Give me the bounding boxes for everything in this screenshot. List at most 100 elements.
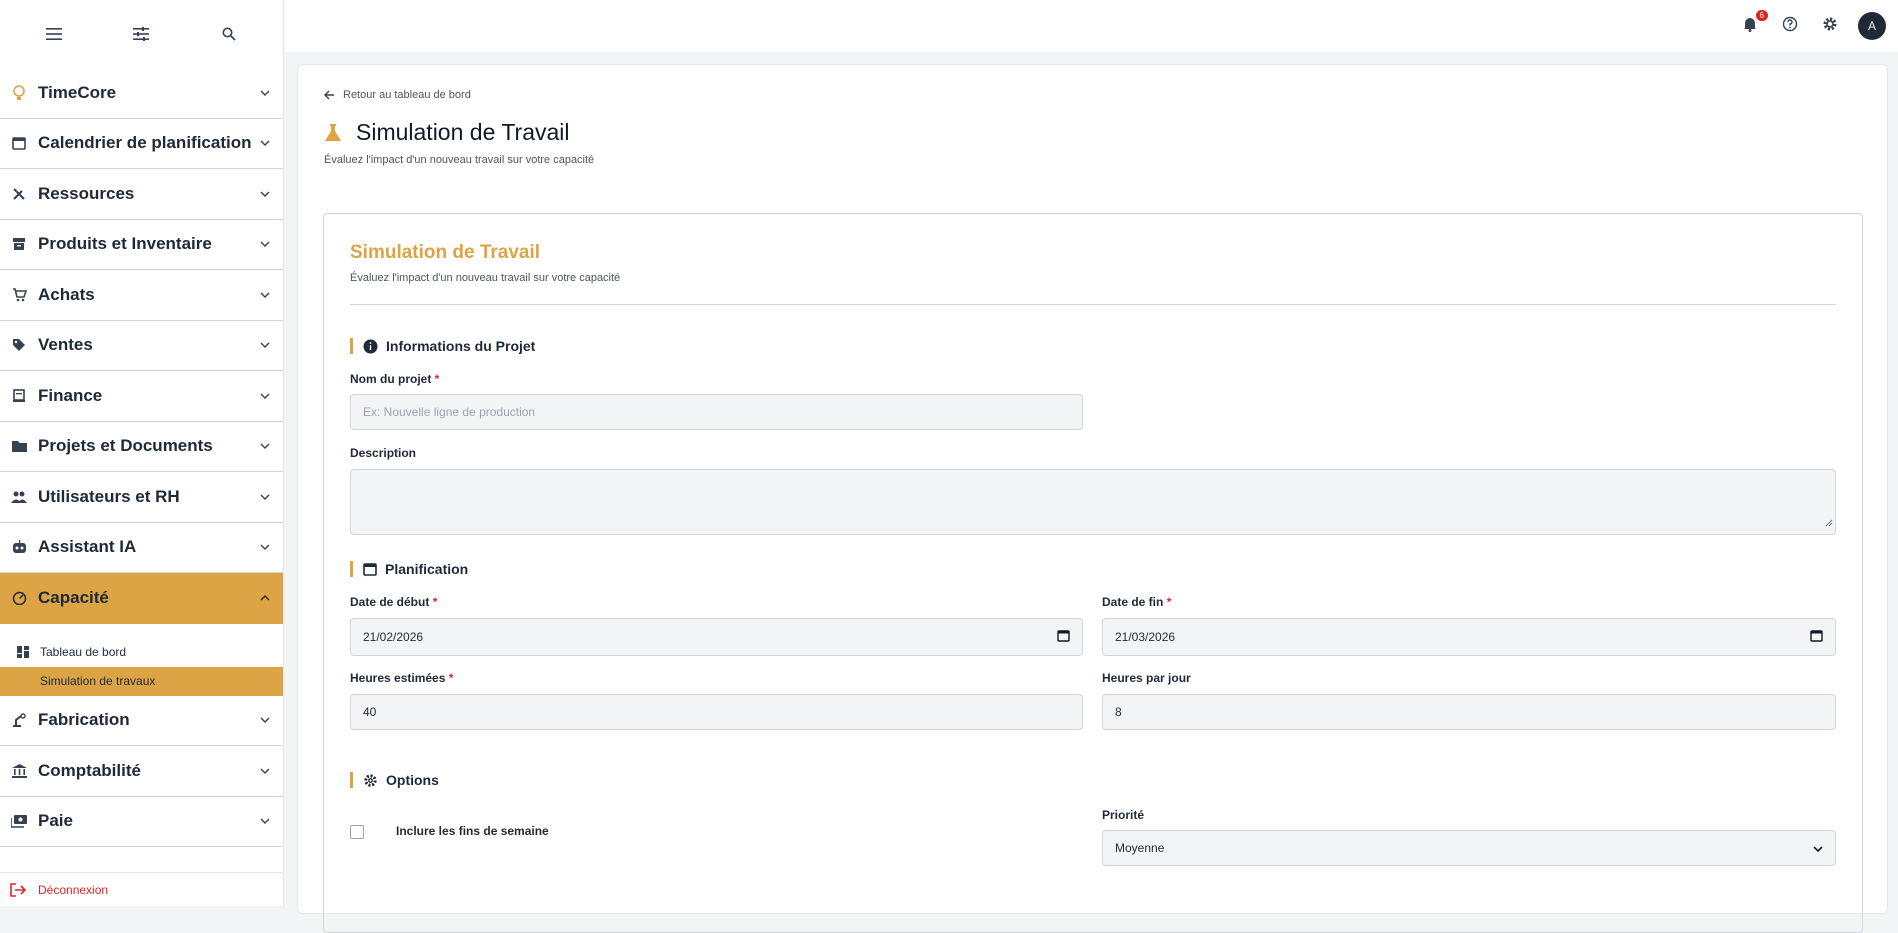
section-options: Options (350, 772, 439, 788)
sidebar-item-comptabilite[interactable]: Comptabilité (0, 746, 283, 797)
sidebar-subitem-label: Tableau de bord (40, 645, 127, 659)
section-planning: Planification (350, 561, 468, 577)
sidebar-subitem-tableau-de-bord[interactable]: Tableau de bord (0, 638, 283, 667)
section-title: Planification (385, 561, 469, 577)
chevron-down-icon (259, 289, 271, 301)
hours-per-day-value: 8 (1115, 705, 1122, 719)
sidebar-toolbar (0, 0, 283, 68)
ledger-icon (10, 387, 28, 405)
project-name-label: Nom du projet * (350, 372, 439, 386)
sidebar-item-produits[interactable]: Produits et Inventaire (0, 220, 283, 270)
end-date-value: 21/03/2026 (1115, 630, 1176, 644)
page-title-text: Simulation de Travail (356, 119, 570, 145)
gauge-icon (10, 589, 28, 607)
robot-icon (10, 538, 28, 556)
main-content: Retour au tableau de bord Simulation de … (297, 64, 1888, 933)
tune-icon[interactable] (125, 18, 157, 50)
priority-value: Moyenne (1115, 841, 1165, 855)
description-textarea[interactable] (350, 469, 1836, 535)
sidebar-item-label: Projets et Documents (38, 436, 213, 456)
required-mark: * (448, 671, 454, 685)
weekends-checkbox[interactable] (350, 825, 364, 839)
project-name-input[interactable]: Ex: Nouvelle ligne de production (350, 394, 1083, 430)
logout-label: Déconnexion (38, 882, 109, 897)
avatar[interactable]: A (1858, 12, 1886, 40)
start-date-input[interactable]: 21/02/2026 (350, 618, 1083, 656)
sidebar-item-label: Utilisateurs et RH (38, 486, 180, 506)
logout-button[interactable]: Déconnexion (0, 872, 284, 906)
estimated-hours-label: Heures estimées * (350, 671, 453, 685)
search-icon[interactable] (213, 18, 245, 50)
sidebar-item-ventes[interactable]: Ventes (0, 321, 283, 371)
end-date-input[interactable]: 21/03/2026 (1102, 618, 1836, 656)
topbar: 6 A (285, 0, 1898, 52)
notification-badge: 6 (1755, 10, 1768, 21)
sidebar-item-ressources[interactable]: Ressources (0, 169, 283, 220)
settings-button[interactable] (1818, 14, 1842, 38)
chevron-down-icon (1813, 841, 1823, 855)
calendar-picker-icon[interactable] (1810, 629, 1823, 645)
back-link-label: Retour au tableau de bord (343, 89, 471, 101)
sidebar-item-achats[interactable]: Achats (0, 270, 283, 321)
payments-icon (10, 812, 28, 830)
chevron-down-icon (259, 440, 271, 452)
folder-icon (10, 437, 28, 455)
chevron-up-icon (259, 592, 271, 604)
simulation-form-card: Simulation de Travail Évaluez l'impact d… (323, 213, 1863, 933)
sidebar-item-projets[interactable]: Projets et Documents (0, 422, 283, 472)
sidebar-item-utilisateurs[interactable]: Utilisateurs et RH (0, 472, 283, 523)
calendar-picker-icon[interactable] (1057, 629, 1070, 645)
start-date-label: Date de début * (350, 595, 437, 609)
section-title: Informations du Projet (386, 338, 536, 354)
label-text: Nom du projet (350, 372, 432, 386)
chevron-down-icon (259, 765, 271, 777)
sidebar-item-label: Capacité (38, 587, 109, 607)
archive-icon (10, 235, 28, 253)
bank-icon (10, 762, 28, 780)
sidebar-item-label: Comptabilité (38, 760, 141, 780)
sidebar-item-label: Produits et Inventaire (38, 234, 212, 254)
chevron-down-icon (259, 815, 271, 827)
gear-icon (1822, 16, 1838, 37)
chevron-down-icon (259, 541, 271, 553)
page-title: Simulation de Travail (324, 119, 1861, 146)
sidebar-item-assistant[interactable]: Assistant IA (0, 523, 283, 573)
robot-arm-icon (10, 711, 28, 729)
chevron-down-icon (259, 714, 271, 726)
help-icon (1782, 16, 1798, 37)
menu-icon[interactable] (38, 18, 70, 50)
estimated-hours-input[interactable]: 40 (350, 694, 1083, 730)
hours-per-day-label: Heures par jour (1102, 671, 1191, 685)
hours-per-day-input[interactable]: 8 (1102, 694, 1836, 730)
bell-icon (1743, 16, 1757, 37)
chevron-down-icon (259, 137, 271, 149)
chevron-down-icon (259, 339, 271, 351)
sidebar-item-label: Fabrication (38, 710, 130, 730)
sidebar-item-paie[interactable]: Paie (0, 797, 283, 847)
sidebar-item-label: Finance (38, 385, 103, 405)
sidebar-item-label: Achats (38, 284, 95, 304)
card-title: Simulation de Travail (350, 242, 541, 263)
sidebar-item-finance[interactable]: Finance (0, 371, 283, 422)
sidebar-item-calendrier[interactable]: Calendrier de planification (0, 119, 283, 169)
calendar-icon (363, 562, 377, 576)
chevron-down-icon (259, 238, 271, 250)
chevron-down-icon (259, 188, 271, 200)
estimated-hours-value: 40 (363, 705, 377, 719)
help-button[interactable] (1778, 14, 1802, 38)
sidebar-item-capacite[interactable]: Capacité (0, 573, 283, 624)
sidebar-item-timecore[interactable]: TimeCore (0, 68, 283, 119)
notifications-button[interactable]: 6 (1738, 10, 1768, 38)
tools-icon (10, 185, 28, 203)
tag-icon (10, 336, 28, 354)
sidebar-subitem-simulation[interactable]: Simulation de travaux (0, 666, 283, 696)
end-date-label: Date de fin * (1102, 595, 1171, 609)
priority-select[interactable]: Moyenne (1102, 830, 1836, 866)
calendar-icon (10, 134, 28, 152)
back-link[interactable]: Retour au tableau de bord (324, 89, 1861, 101)
sidebar-item-fabrication[interactable]: Fabrication (0, 696, 283, 746)
description-label: Description (350, 446, 417, 460)
capacite-subnav: Tableau de bord Simulation de travaux (0, 624, 283, 696)
sidebar-item-label: Ventes (38, 335, 93, 355)
resize-handle-icon[interactable] (1825, 514, 1833, 532)
